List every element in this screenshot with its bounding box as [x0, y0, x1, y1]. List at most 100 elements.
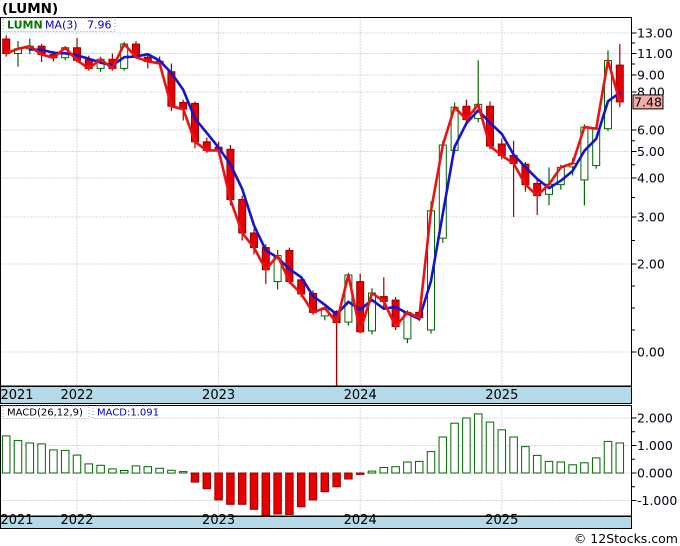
macd-bar — [521, 446, 530, 474]
close-line — [4, 42, 622, 334]
macd-bar — [49, 449, 58, 474]
macd-bar — [167, 469, 176, 474]
macd-bar — [143, 466, 153, 474]
macd-bar — [178, 471, 188, 474]
price-axis-label: 4.00 — [637, 171, 665, 186]
macd-legend-value: MACD:1.091 — [97, 408, 159, 419]
macd-bar — [96, 464, 105, 474]
price-axis-label: 2.00 — [637, 257, 665, 272]
macd-bar — [119, 470, 129, 474]
year-label: 2022 — [60, 513, 93, 528]
macd-legend-label: MACD(26,12,9) — [7, 408, 83, 419]
macd-bar — [308, 472, 318, 501]
macd-bar — [462, 417, 471, 474]
price-axis-label: 11.00 — [637, 46, 673, 61]
macd-bar — [532, 454, 542, 474]
year-label: 2022 — [60, 388, 93, 403]
macd-bar — [60, 449, 70, 474]
macd-bar — [332, 472, 341, 488]
macd-bar — [391, 466, 400, 474]
macd-bar — [603, 440, 613, 474]
macd-bar — [568, 464, 577, 474]
macd-bar — [202, 472, 212, 490]
legend-symbol: LUMN — [7, 19, 43, 32]
page-title: (LUMN) — [2, 1, 58, 17]
macd-bar — [544, 460, 554, 474]
year-label: 2023 — [202, 513, 235, 528]
macd-axis: 2.000 1.000 0.000 -1.000 — [631, 411, 677, 508]
macd-bar — [556, 461, 566, 474]
copyright: © 12Stocks.com — [574, 531, 678, 546]
macd-bar — [497, 429, 507, 474]
lumn-chart: (LUMN) 13.0011.009.008.006.005.004.003.0… — [0, 1, 678, 546]
price-axis: 13.0011.009.008.006.005.004.003.002.000.… — [631, 26, 673, 360]
macd-axis-label: 0.000 — [637, 466, 673, 481]
macd-bar — [320, 472, 330, 493]
last-price-marker: 7.48 — [632, 94, 664, 110]
macd-bar — [131, 465, 141, 474]
macd-bar — [379, 467, 389, 474]
year-label: 2021 — [0, 513, 33, 528]
macd-bar — [37, 443, 46, 474]
macd-bar — [13, 440, 23, 474]
price-axis-label: 13.00 — [637, 26, 673, 41]
price-axis-label: 5.00 — [637, 144, 665, 159]
year-label: 2024 — [344, 388, 377, 403]
macd-bar — [237, 472, 247, 505]
legend-ma-value: 7.96 — [87, 19, 112, 32]
xaxis-band — [0, 386, 632, 404]
year-label: 2025 — [485, 513, 518, 528]
macd-bar — [249, 472, 259, 510]
macd-bar — [591, 457, 601, 474]
macd-legend: MACD(26,12,9) MACD:1.091 — [2, 405, 159, 419]
macd-bar — [155, 467, 164, 474]
macd-bar — [214, 472, 223, 501]
main-legend: LUMN MA(3) 7.96 — [2, 17, 116, 32]
macd-bar — [72, 454, 82, 474]
macd-bar — [25, 442, 35, 474]
year-label: 2021 — [0, 388, 33, 403]
main-xaxis-band: 2021 2022 2023 2024 2025 — [0, 386, 632, 404]
price-axis-label: 3.00 — [637, 210, 665, 225]
macd-bar — [426, 451, 436, 474]
macd-bar — [296, 472, 306, 508]
price-axis-label: 6.00 — [637, 123, 665, 138]
macd-bar — [485, 421, 495, 474]
macd-histogram — [1, 413, 625, 517]
price-axis-label: 0.00 — [637, 345, 665, 360]
macd-bar — [414, 460, 424, 474]
macd-bar — [367, 470, 377, 474]
macd-bar — [509, 436, 518, 474]
macd-axis-label: 2.000 — [637, 411, 673, 426]
macd-axis-label: 1.000 — [637, 438, 673, 453]
macd-bar — [438, 436, 448, 474]
macd-bar — [344, 472, 353, 480]
macd-bar — [285, 472, 294, 515]
price-axis-label: 9.00 — [637, 68, 665, 83]
xaxis-band — [0, 516, 632, 529]
macd-bar — [108, 468, 117, 474]
year-label: 2024 — [344, 513, 377, 528]
macd-bar — [261, 472, 271, 517]
macd-bar — [355, 472, 365, 475]
year-label: 2025 — [485, 388, 518, 403]
year-label: 2023 — [202, 388, 235, 403]
candlestick-series — [2, 35, 624, 391]
macd-bar — [403, 461, 412, 474]
last-price-marker-value: 7.48 — [634, 94, 662, 109]
legend-ma-label: MA(3) — [45, 19, 78, 32]
macd-bar — [615, 442, 625, 474]
macd-bar — [473, 413, 483, 474]
macd-bar — [273, 472, 282, 515]
macd-bar — [450, 422, 459, 474]
macd-bar — [1, 435, 11, 474]
macd-xaxis-band: 2021 2022 2023 2024 2025 — [0, 513, 632, 529]
macd-bar — [580, 462, 589, 474]
macd-axis-label: -1.000 — [637, 493, 677, 508]
overlay-lines — [4, 42, 622, 334]
macd-bar — [190, 472, 200, 483]
ma3-line — [28, 48, 622, 321]
macd-bar — [84, 463, 94, 474]
stock-chart-page: (LUMN) 13.00 11.00 9.00 8.00 6.00 5.00 4.00 3.0… — [0, 0, 680, 546]
macd-bar — [226, 472, 235, 505]
